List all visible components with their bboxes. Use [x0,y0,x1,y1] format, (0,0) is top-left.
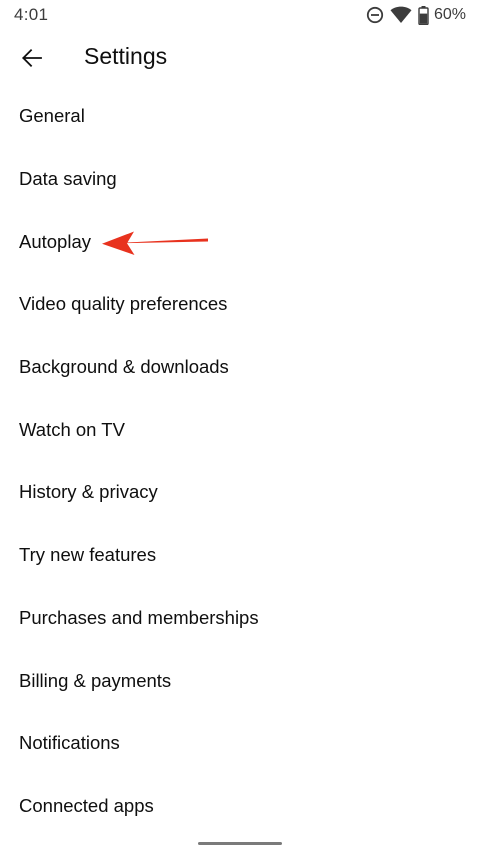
settings-item-billing-payments[interactable]: Billing & payments [0,649,480,712]
do-not-disturb-icon [366,6,384,24]
page-title: Settings [84,43,168,69]
settings-item-purchases-memberships[interactable]: Purchases and memberships [0,587,480,650]
settings-item-history-privacy[interactable]: History & privacy [0,461,480,524]
back-button[interactable] [14,40,50,76]
settings-item-notifications[interactable]: Notifications [0,712,480,775]
settings-item-watch-on-tv[interactable]: Watch on TV [0,398,480,461]
status-bar: 4:01 60% [0,0,480,30]
settings-item-data-saving[interactable]: Data saving [0,148,480,211]
battery-icon [418,5,429,25]
status-icons: 60% [366,4,466,26]
settings-item-background-downloads[interactable]: Background & downloads [0,336,480,399]
status-time: 4:01 [14,5,49,24]
back-arrow-icon [22,49,42,67]
settings-item-connected-apps[interactable]: Connected apps [0,775,480,838]
settings-list: General Data saving Autoplay Video quali… [0,85,480,837]
settings-item-try-new-features[interactable]: Try new features [0,524,480,587]
settings-item-autoplay[interactable]: Autoplay [0,210,480,273]
settings-item-general[interactable]: General [0,85,480,148]
battery-percent: 60% [433,6,466,23]
home-indicator[interactable] [198,842,282,845]
settings-item-video-quality-preferences[interactable]: Video quality preferences [0,273,480,336]
app-bar: Settings [0,30,480,84]
wifi-icon [390,6,412,23]
